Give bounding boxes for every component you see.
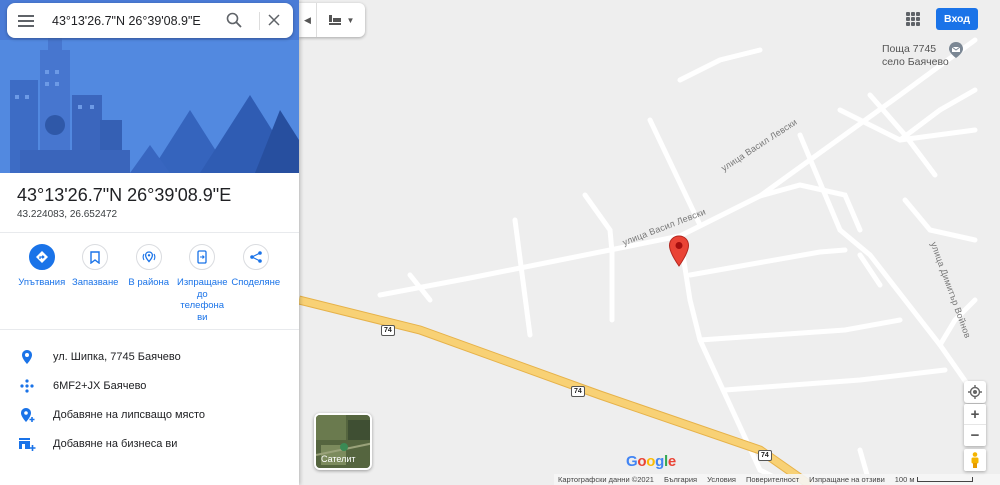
caret-left-icon: ◀	[304, 14, 311, 25]
street-view-pegman[interactable]	[964, 449, 986, 471]
terms-link[interactable]: Условия	[707, 475, 736, 484]
share-button[interactable]: Споделяне	[229, 244, 283, 323]
share-icon-wrap	[242, 244, 269, 270]
route-shield: 74	[571, 386, 585, 397]
close-icon[interactable]	[268, 14, 280, 26]
poi-post-office[interactable]: Поща 7745 село Баячево	[882, 43, 949, 69]
send-to-phone-icon	[197, 250, 207, 264]
add-place-icon	[20, 407, 34, 422]
panel-toggle-group: ◀ ▼	[299, 3, 365, 37]
add-place-row[interactable]: Добавяне на липсващо място	[0, 400, 299, 429]
menu-button[interactable]	[7, 14, 45, 27]
send-to-phone-label: Изпращане до телефона ви	[176, 277, 228, 323]
send-to-phone-button[interactable]: Изпращане до телефона ви	[176, 244, 230, 323]
nearby-button[interactable]: В района	[122, 244, 176, 323]
side-panel: 43°13'26.7"N 26°39'08.9"E 43.224083, 26.…	[0, 0, 299, 485]
nearby-icon-wrap	[135, 244, 162, 270]
apps-grid-icon[interactable]	[906, 12, 920, 26]
bookmark-icon	[90, 250, 100, 264]
map-data-credit: Картографски данни ©2021	[558, 475, 654, 484]
location-marker-icon[interactable]	[668, 235, 690, 267]
directions-label: Упътвания	[18, 277, 66, 288]
satellite-layer-button[interactable]: Сателит	[314, 413, 372, 470]
scale-bar	[916, 477, 973, 482]
plus-code-text: 6MF2+JX Баячево	[53, 379, 147, 392]
place-title: 43°13'26.7"N 26°39'08.9"E	[17, 185, 232, 205]
poi-label: Поща 7745	[882, 43, 937, 55]
poi-label: село Баячево	[882, 56, 949, 68]
scale-label: 100 м	[894, 475, 915, 484]
save-icon-wrap	[82, 244, 109, 270]
action-buttons: Упътвания Запазване В района Изпращане д…	[0, 244, 299, 323]
plus-code-icon	[19, 378, 34, 393]
zoom-out-button[interactable]: −	[964, 425, 986, 446]
directions-button[interactable]: Упътвания	[15, 244, 69, 323]
add-business-text: Добавяне на бизнеса ви	[53, 437, 178, 450]
layers-button[interactable]: ▼	[317, 3, 365, 37]
privacy-link[interactable]: Поверителност	[746, 475, 799, 484]
feedback-link[interactable]: Изпращане на отзиви	[809, 475, 885, 484]
google-logo: Google	[626, 453, 676, 470]
transit-icon	[328, 15, 341, 25]
address-row[interactable]: ул. Шипка, 7745 Баячево	[0, 342, 299, 371]
my-location-button[interactable]	[964, 381, 986, 403]
location-pin-icon	[21, 349, 32, 364]
route-shield: 74	[758, 450, 772, 461]
add-business-icon	[18, 437, 35, 451]
divider	[0, 232, 299, 233]
nearby-label: В района	[128, 277, 170, 288]
my-location-icon	[968, 385, 982, 399]
send-to-phone-icon-wrap	[189, 244, 216, 270]
nearby-icon	[142, 251, 156, 263]
map-footer: Картографски данни ©2021 България Услови…	[554, 474, 1000, 485]
save-label: Запазване	[72, 277, 119, 288]
zoom-in-button[interactable]: +	[964, 404, 986, 425]
search-divider	[259, 12, 260, 30]
search-input[interactable]	[52, 13, 222, 28]
post-office-icon[interactable]	[947, 41, 965, 59]
place-coordinates: 43.224083, 26.652472	[17, 209, 118, 220]
login-button[interactable]: Вход	[936, 8, 978, 30]
country-link[interactable]: България	[664, 475, 697, 484]
route-shield: 74	[381, 325, 395, 336]
plus-code-row[interactable]: 6MF2+JX Баячево	[0, 371, 299, 400]
divider	[0, 329, 299, 330]
pegman-icon	[971, 452, 979, 468]
search-box	[7, 3, 293, 38]
collapse-panel-button[interactable]: ◀	[299, 3, 317, 37]
hamburger-menu-icon	[18, 14, 34, 27]
share-label: Споделяне	[231, 277, 281, 288]
directions-icon	[35, 251, 48, 263]
directions-icon-wrap	[28, 244, 55, 270]
add-place-text: Добавяне на липсващо място	[53, 408, 206, 421]
address-text: ул. Шипка, 7745 Баячево	[53, 350, 181, 363]
satellite-label: Сателит	[321, 454, 356, 464]
add-business-row[interactable]: Добавяне на бизнеса ви	[0, 429, 299, 458]
zoom-controls: + −	[964, 404, 986, 446]
save-button[interactable]: Запазване	[69, 244, 123, 323]
search-icon[interactable]	[226, 12, 242, 28]
caret-down-icon: ▼	[346, 15, 355, 25]
scale-control[interactable]: 100 м	[895, 475, 973, 484]
share-icon	[249, 251, 262, 263]
